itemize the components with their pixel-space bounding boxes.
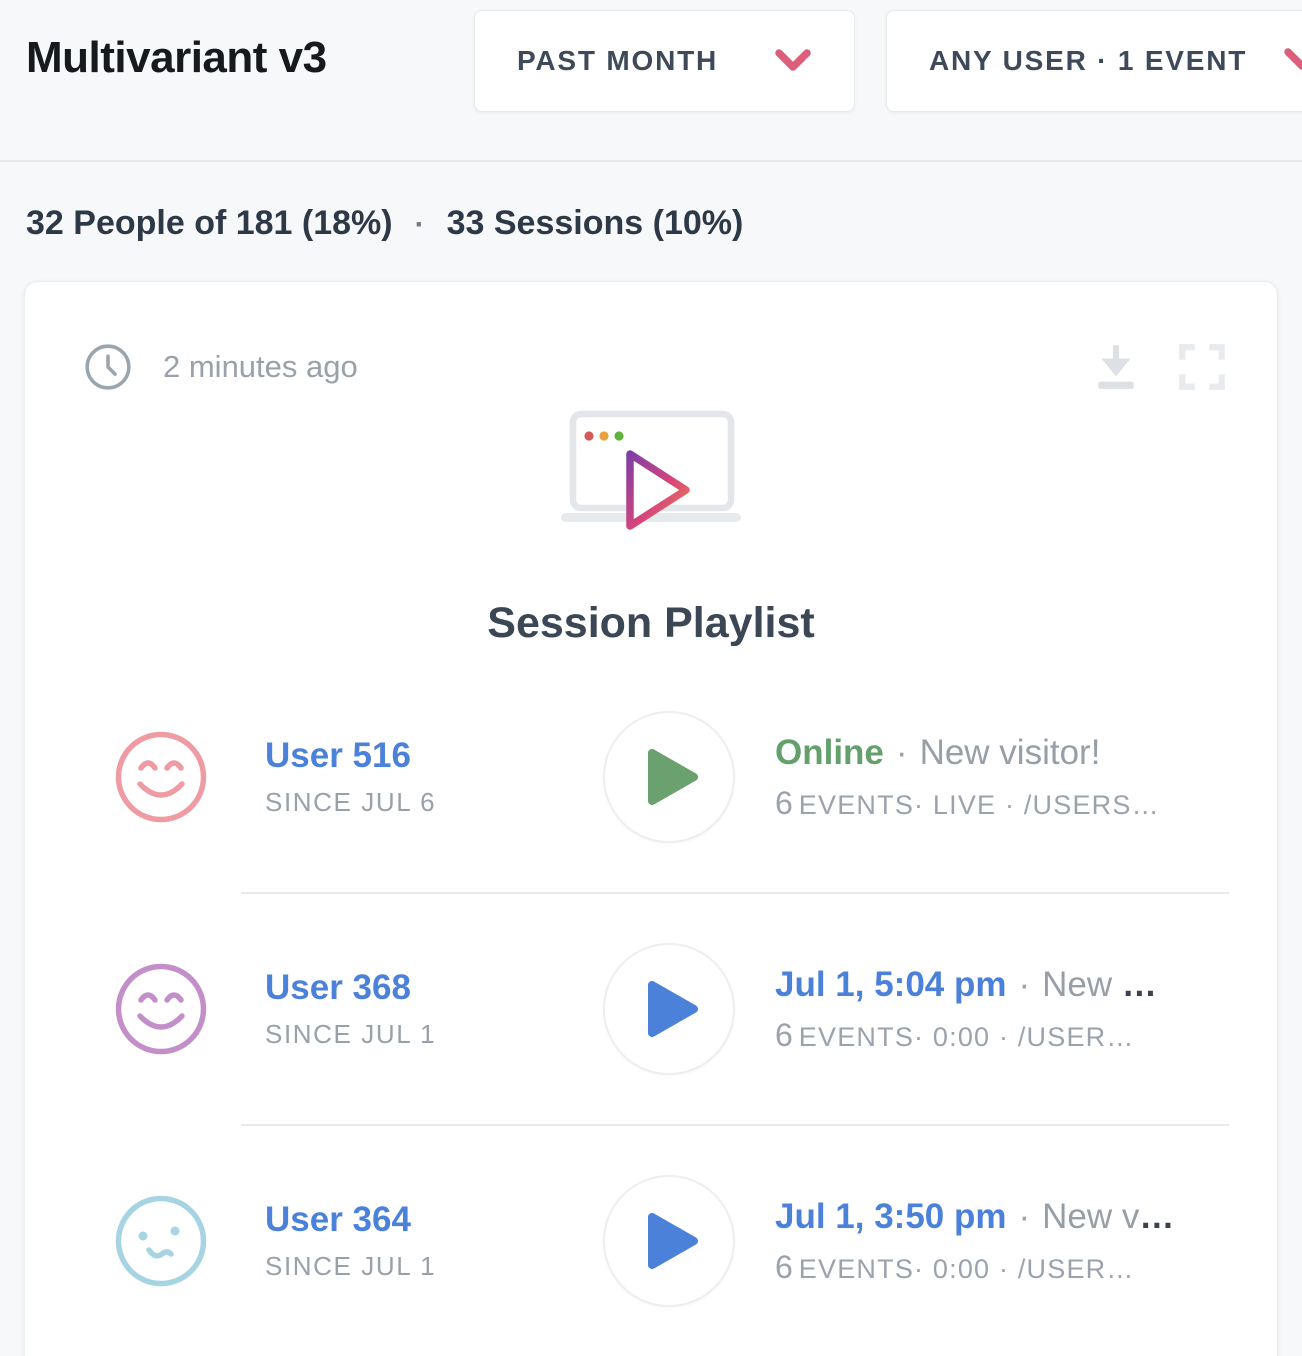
session-playlist-card: 2 minutes ago — [24, 281, 1278, 1356]
user-link[interactable]: User 368 — [265, 968, 411, 1008]
play-session-button[interactable] — [603, 711, 735, 843]
session-row: User 516 SINCE JUL 6 Online · New visitor!… — [25, 662, 1277, 892]
date-range-button[interactable]: PAST MONTH — [474, 10, 855, 112]
download-icon — [1091, 342, 1141, 392]
funnel-stats: 32 People of 181 (18%) · 33 Sessions (10… — [0, 162, 1302, 281]
since-label: SINCE JUL 6 — [265, 786, 545, 818]
card-title: Session Playlist — [25, 599, 1277, 648]
download-button[interactable] — [1091, 342, 1141, 392]
meta-detail: EVENTS· LIVE · /USERS… — [799, 790, 1160, 820]
session-list: User 516 SINCE JUL 6 Online · New visitor!… — [25, 662, 1277, 1356]
event-count: 6 — [775, 1017, 793, 1053]
filter-label: ANY USER · 1 EVENT — [929, 45, 1247, 77]
chevron-down-icon — [774, 48, 812, 74]
people-stat: 32 People of 181 (18%) — [26, 204, 393, 243]
session-meta: 6EVENTS· LIVE · /USERS… — [775, 786, 1229, 822]
session-row: User 364 SINCE JUL 1 Jul 1, 3:50 pm · New … — [25, 1126, 1277, 1356]
status-secondary: New v — [1042, 1197, 1139, 1236]
since-label: SINCE JUL 1 — [265, 1250, 545, 1282]
since-label: SINCE JUL 1 — [265, 1018, 545, 1050]
play-session-button[interactable] — [603, 943, 735, 1075]
smiley-face-avatar — [115, 963, 207, 1055]
smiley-face-avatar — [115, 1195, 207, 1287]
session-meta: 6EVENTS· 0:00 · /USER… — [775, 1250, 1229, 1286]
page-header: Multivariant v3 PAST MONTH ANY USER · 1 … — [0, 0, 1302, 162]
user-event-filter-button[interactable]: ANY USER · 1 EVENT — [886, 10, 1302, 112]
status-ellipsis: … — [1122, 965, 1159, 1004]
session-meta: 6EVENTS· 0:00 · /USER… — [775, 1018, 1229, 1054]
fullscreen-button[interactable] — [1141, 342, 1227, 392]
session-row: User 368 SINCE JUL 1 Jul 1, 5:04 pm · New … — [25, 894, 1277, 1124]
video-player-illustration — [25, 410, 1277, 537]
sessions-stat: 33 Sessions (10%) — [447, 204, 744, 243]
status-secondary: New — [1042, 965, 1112, 1004]
status-separator: · — [1018, 1197, 1030, 1236]
status-separator: · — [1018, 965, 1030, 1004]
status-primary[interactable]: Online — [775, 733, 884, 772]
user-link[interactable]: User 516 — [265, 736, 411, 776]
card-toolbar: 2 minutes ago — [25, 282, 1277, 392]
session-status: Jul 1, 3:50 pm · New v… 6EVENTS· 0:00 · /U… — [775, 1196, 1229, 1286]
clipped-pink-accent-icon — [1283, 47, 1302, 76]
last-updated-label: 2 minutes ago — [163, 349, 358, 385]
event-count: 6 — [775, 1249, 793, 1285]
fullscreen-icon — [1177, 342, 1227, 392]
clock-icon — [83, 342, 133, 392]
status-primary[interactable]: Jul 1, 3:50 pm — [775, 1197, 1006, 1236]
session-status: Online · New visitor! 6EVENTS· LIVE · /USE… — [775, 732, 1229, 822]
status-primary[interactable]: Jul 1, 5:04 pm — [775, 965, 1006, 1004]
date-range-label: PAST MONTH — [517, 45, 718, 77]
user-link[interactable]: User 364 — [265, 1200, 411, 1240]
event-count: 6 — [775, 785, 793, 821]
play-session-button[interactable] — [603, 1175, 735, 1307]
session-status: Jul 1, 5:04 pm · New … 6EVENTS· 0:00 · /US… — [775, 964, 1229, 1054]
status-separator: · — [896, 733, 908, 772]
smiley-face-avatar — [115, 731, 207, 823]
meta-detail: EVENTS· 0:00 · /USER… — [799, 1254, 1135, 1284]
status-ellipsis: … — [1139, 1197, 1176, 1236]
meta-detail: EVENTS· 0:00 · /USER… — [799, 1022, 1135, 1052]
status-secondary: New visitor! — [920, 733, 1101, 772]
stats-separator: · — [415, 208, 425, 242]
page-title: Multivariant v3 — [26, 33, 327, 83]
